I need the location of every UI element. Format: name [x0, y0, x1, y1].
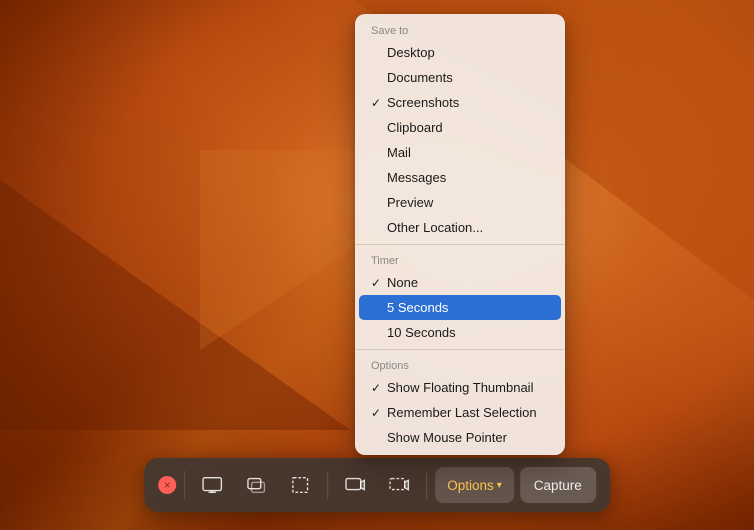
menu-item-5sec-label: 5 Seconds	[387, 300, 549, 315]
menu-item-mail-label: Mail	[387, 145, 549, 160]
menu-item-desktop-label: Desktop	[387, 45, 549, 60]
menu-item-screenshots[interactable]: ✓ Screenshots	[355, 90, 565, 115]
checkmark-documents	[371, 71, 385, 85]
menu-item-other-label: Other Location...	[387, 220, 549, 235]
checkmark-other	[371, 221, 385, 235]
capture-screen-icon	[201, 474, 223, 496]
divider-2	[355, 349, 565, 350]
record-screen-icon	[344, 474, 366, 496]
checkmark-remember-selection: ✓	[371, 406, 385, 420]
menu-item-preview[interactable]: Preview	[355, 190, 565, 215]
menu-item-10sec[interactable]: 10 Seconds	[355, 320, 565, 345]
capture-screen-button[interactable]	[193, 466, 231, 504]
menu-item-preview-label: Preview	[387, 195, 549, 210]
context-menu: Save to Desktop Documents ✓ Screenshots …	[355, 14, 565, 455]
record-screen-button[interactable]	[336, 466, 374, 504]
checkmark-messages	[371, 171, 385, 185]
menu-item-clipboard[interactable]: Clipboard	[355, 115, 565, 140]
capture-button[interactable]: Capture	[520, 467, 596, 503]
record-selection-button[interactable]	[380, 466, 418, 504]
menu-item-desktop[interactable]: Desktop	[355, 40, 565, 65]
record-selection-icon	[388, 474, 410, 496]
separator-3	[426, 471, 427, 499]
menu-item-other[interactable]: Other Location...	[355, 215, 565, 240]
menu-item-documents-label: Documents	[387, 70, 549, 85]
separator-2	[327, 471, 328, 499]
options-chevron-icon: ▾	[497, 480, 502, 491]
menu-item-none[interactable]: ✓ None	[355, 270, 565, 295]
menu-item-5sec[interactable]: 5 Seconds	[359, 295, 561, 320]
save-to-label: Save to	[355, 19, 565, 40]
capture-button-label: Capture	[534, 478, 582, 493]
options-button-label: Options	[447, 478, 494, 493]
menu-item-floating-thumbnail-label: Show Floating Thumbnail	[387, 380, 549, 395]
checkmark-10sec	[371, 326, 385, 340]
capture-selection-icon	[289, 474, 311, 496]
menu-item-10sec-label: 10 Seconds	[387, 325, 549, 340]
checkmark-desktop	[371, 46, 385, 60]
separator-1	[184, 471, 185, 499]
timer-label: Timer	[355, 249, 565, 270]
capture-window-button[interactable]	[237, 466, 275, 504]
checkmark-none: ✓	[371, 276, 385, 290]
menu-item-none-label: None	[387, 275, 549, 290]
menu-item-floating-thumbnail[interactable]: ✓ Show Floating Thumbnail	[355, 375, 565, 400]
options-button[interactable]: Options ▾	[435, 467, 514, 503]
menu-item-mouse-pointer-label: Show Mouse Pointer	[387, 430, 549, 445]
menu-item-mail[interactable]: Mail	[355, 140, 565, 165]
menu-item-mouse-pointer[interactable]: Show Mouse Pointer	[355, 425, 565, 450]
options-label: Options	[355, 354, 565, 375]
checkmark-preview	[371, 196, 385, 210]
checkmark-mail	[371, 146, 385, 160]
capture-selection-button[interactable]	[281, 466, 319, 504]
menu-item-remember-selection-label: Remember Last Selection	[387, 405, 549, 420]
menu-item-screenshots-label: Screenshots	[387, 95, 549, 110]
checkmark-5sec	[371, 301, 385, 315]
capture-window-icon	[245, 474, 267, 496]
checkmark-screenshots: ✓	[371, 96, 385, 110]
checkmark-floating-thumbnail: ✓	[371, 381, 385, 395]
menu-item-documents[interactable]: Documents	[355, 65, 565, 90]
menu-item-remember-selection[interactable]: ✓ Remember Last Selection	[355, 400, 565, 425]
screenshot-toolbar: Options ▾ Capture	[144, 458, 610, 512]
menu-item-messages-label: Messages	[387, 170, 549, 185]
menu-item-clipboard-label: Clipboard	[387, 120, 549, 135]
checkmark-clipboard	[371, 121, 385, 135]
divider-1	[355, 244, 565, 245]
close-button[interactable]	[158, 476, 176, 494]
menu-item-messages[interactable]: Messages	[355, 165, 565, 190]
checkmark-mouse-pointer	[371, 431, 385, 445]
